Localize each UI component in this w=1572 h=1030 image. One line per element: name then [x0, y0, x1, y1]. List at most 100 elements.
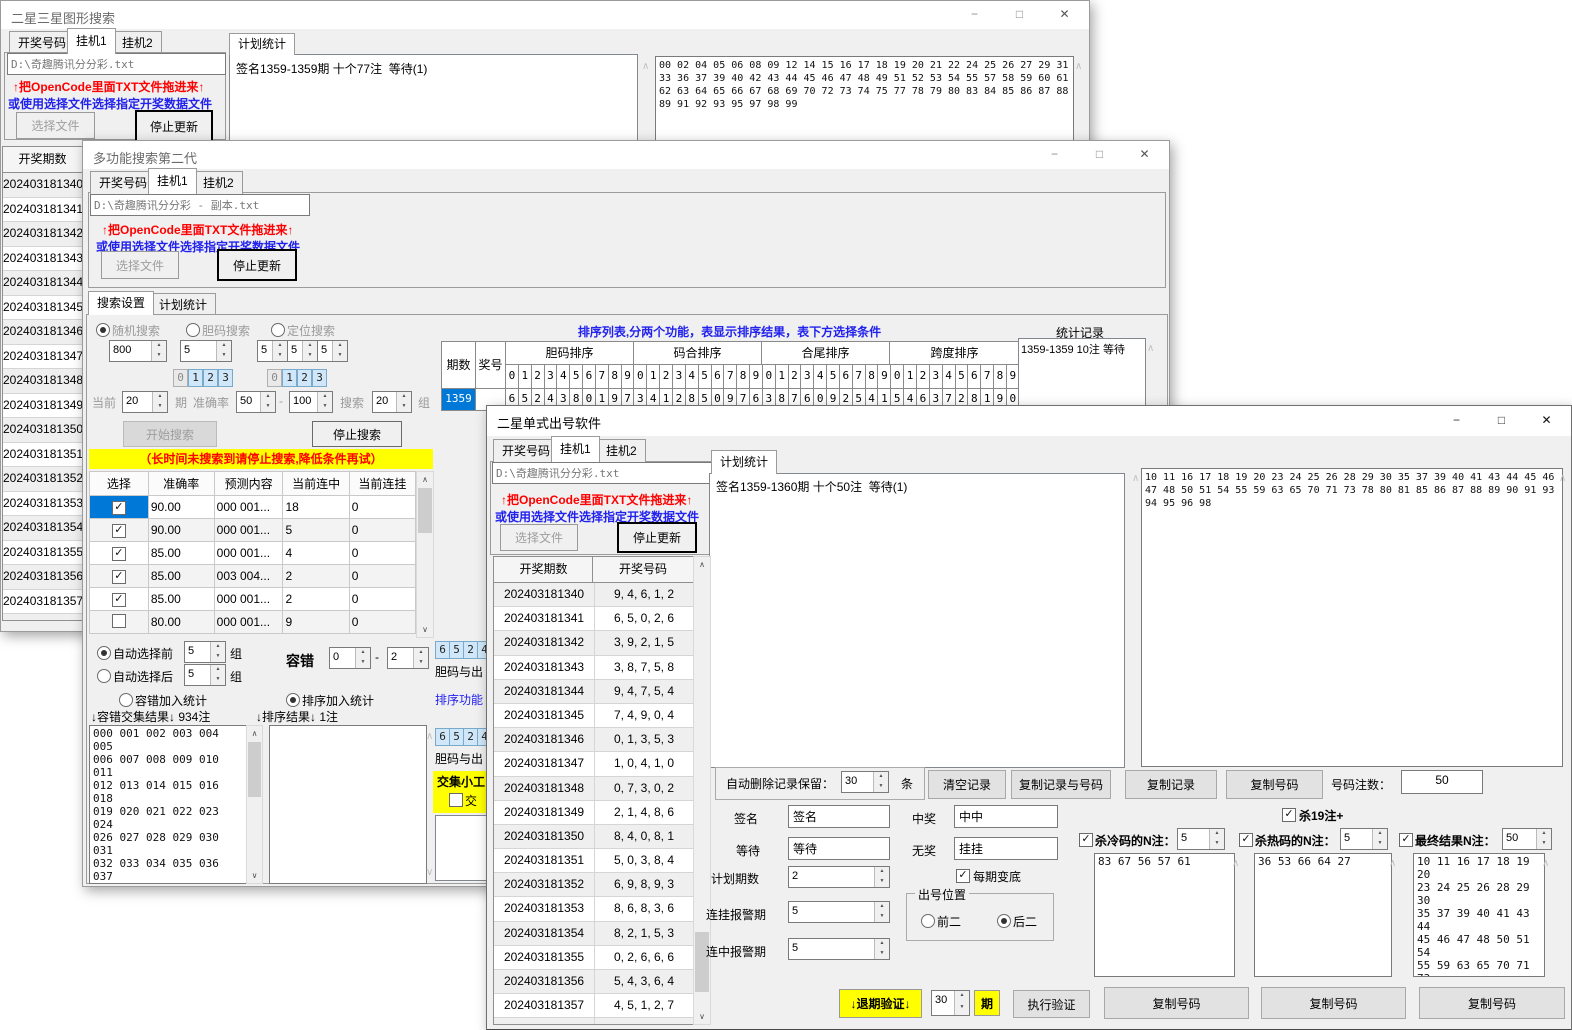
spinner-arrows[interactable]	[874, 867, 889, 887]
auto-front-radio[interactable]	[97, 646, 111, 660]
result-row[interactable]: 85.00000 001... 20	[90, 588, 416, 611]
miss-alarm-spinner[interactable]: 5	[788, 901, 890, 923]
spin-up-icon[interactable]	[318, 392, 332, 402]
scroll-up-icon[interactable]	[417, 472, 433, 487]
spin-up-icon[interactable]	[955, 991, 969, 1003]
accuracy-min-spinner[interactable]: 50	[236, 391, 276, 413]
digit-button-2b[interactable]: 2	[297, 369, 312, 387]
wait-field[interactable]: 等待	[788, 837, 890, 860]
final-numbers-list[interactable]: 10 11 16 17 18 19 20 23 24 25 26 28 29 3…	[1413, 853, 1545, 977]
spin-up-icon[interactable]	[356, 648, 370, 658]
period-row[interactable]: 202403181350	[3, 418, 82, 443]
keep-records-spinner[interactable]: 30	[841, 771, 889, 793]
tab-draw-numbers[interactable]: 开奖号码	[493, 439, 559, 462]
spin-down-icon[interactable]	[875, 912, 889, 922]
back-verify-button[interactable]: ↓退期验证↓	[839, 989, 922, 1018]
draw-row[interactable]: 2024031813565, 4, 3, 6, 4	[494, 970, 693, 994]
row-checkbox[interactable]	[112, 501, 126, 515]
draw-row[interactable]: 2024031813548, 2, 1, 5, 3	[494, 922, 693, 946]
spin-down-icon[interactable]	[414, 658, 428, 668]
tab-plan-stats[interactable]: 计划统计	[229, 33, 295, 55]
period-row[interactable]: 202403181342	[3, 222, 82, 247]
spin-up-icon[interactable]	[397, 392, 411, 402]
cold-numbers-list[interactable]: 83 67 56 57 61	[1094, 853, 1235, 977]
minimize-icon[interactable]: −	[952, 1, 997, 28]
spinner-arrows[interactable]	[216, 341, 231, 361]
intersection-checkbox[interactable]	[449, 793, 463, 807]
sort-result-list[interactable]	[269, 725, 427, 884]
maximize-icon[interactable]: □	[1077, 141, 1122, 168]
period-row[interactable]: 202403181352	[3, 467, 82, 492]
sort-row-period[interactable]: 1359	[442, 388, 475, 410]
result-row[interactable]: 90.00000 001... 180	[90, 496, 416, 519]
spin-up-icon[interactable]	[414, 648, 428, 658]
draw-row[interactable]: 2024031813515, 0, 3, 8, 4	[494, 849, 693, 873]
auto-back-radio[interactable]	[97, 669, 111, 683]
close-icon[interactable]: ✕	[1122, 141, 1167, 168]
tab-hang1[interactable]: 挂机1	[67, 28, 116, 54]
spin-up-icon[interactable]	[875, 939, 889, 949]
spin-up-icon[interactable]	[874, 772, 888, 782]
draw-row[interactable]: 2024031813409, 4, 6, 1, 2	[494, 583, 693, 607]
row-checkbox[interactable]	[112, 547, 126, 561]
copy-records-numbers-button[interactable]: 复制记录与号码	[1011, 770, 1111, 799]
tolerance-min-spinner[interactable]: 0	[329, 647, 371, 669]
plan-periods-spinner[interactable]: 2	[788, 866, 890, 888]
tab-draw-numbers[interactable]: 开奖号码	[9, 31, 75, 54]
period-row[interactable]: 202403181353	[3, 492, 82, 517]
scroll-right-icon[interactable]	[1559, 473, 1566, 484]
draw-row[interactable]: 2024031813508, 4, 0, 8, 1	[494, 825, 693, 849]
period-row[interactable]: 202403181354	[3, 516, 82, 541]
period-row[interactable]: 202403181347	[3, 345, 82, 370]
period-row[interactable]: 202403181343	[3, 247, 82, 272]
spin-down-icon[interactable]	[303, 351, 317, 361]
spinner-arrows[interactable]	[413, 648, 428, 668]
stop-update-button[interactable]: 停止更新	[135, 110, 213, 142]
draw-row[interactable]: 2024031813416, 5, 0, 2, 6	[494, 607, 693, 631]
sliver-list-box[interactable]	[435, 815, 490, 881]
spin-down-icon[interactable]	[217, 351, 231, 361]
lose-field[interactable]: 挂挂	[954, 837, 1058, 860]
back-verify-spinner[interactable]: 30	[931, 990, 970, 1016]
change-base-checkbox[interactable]	[956, 869, 970, 883]
select-file-button[interactable]: 选择文件	[101, 251, 179, 279]
draw-row[interactable]: 2024031813550, 2, 6, 6, 6	[494, 946, 693, 970]
sliver-cell[interactable]: 5	[449, 728, 464, 746]
draw-row[interactable]: 2024031813585, 3, 8, 1, 2	[494, 1018, 693, 1025]
draw-row[interactable]: 2024031813538, 6, 8, 3, 6	[494, 897, 693, 921]
spin-up-icon[interactable]	[211, 642, 225, 652]
scroll-left-icon[interactable]	[642, 61, 649, 72]
scroll-down-icon[interactable]	[417, 622, 433, 637]
row-checkbox[interactable]	[112, 614, 126, 628]
result-row[interactable]: 80.00000 001... 90	[90, 611, 416, 634]
digit-button-3[interactable]: 3	[218, 369, 233, 387]
stop-update-button[interactable]: 停止更新	[617, 522, 697, 553]
scroll-thumb[interactable]	[248, 742, 261, 797]
spin-up-icon[interactable]	[153, 392, 167, 402]
spinner-arrows[interactable]	[355, 648, 370, 668]
scroll-up-icon[interactable]	[247, 726, 262, 741]
scroll-down-icon[interactable]	[694, 1009, 710, 1024]
draw-row[interactable]: 2024031813526, 9, 8, 9, 3	[494, 873, 693, 897]
kill-hot-checkbox[interactable]	[1239, 833, 1253, 847]
close-icon[interactable]: ✕	[1042, 1, 1087, 28]
sample-spinner[interactable]: 800	[109, 340, 167, 362]
accuracy-max-spinner[interactable]: 100	[289, 391, 333, 413]
spin-up-icon[interactable]	[211, 665, 225, 675]
spin-up-icon[interactable]	[875, 867, 889, 877]
output-numbers-box[interactable]: 10 11 16 17 18 19 20 23 24 25 26 28 29 3…	[1141, 468, 1563, 767]
spinner-arrows[interactable]	[151, 341, 166, 361]
tab-hang2[interactable]: 挂机2	[113, 31, 162, 54]
tab-plan-stats[interactable]: 计划统计	[150, 293, 216, 316]
digit-button-2[interactable]: 2	[203, 369, 218, 387]
hit-alarm-spinner[interactable]: 5	[788, 938, 890, 960]
spin-up-icon[interactable]	[303, 341, 317, 351]
draw-row[interactable]: 2024031813471, 0, 4, 1, 0	[494, 752, 693, 776]
count-spinner[interactable]: 5	[180, 340, 232, 362]
draw-row[interactable]: 2024031813460, 1, 3, 5, 3	[494, 728, 693, 752]
final-result-spinner[interactable]: 50	[1502, 828, 1552, 850]
result-row[interactable]: 85.00000 001... 40	[90, 542, 416, 565]
digit-button-1[interactable]: 1	[188, 369, 203, 387]
period-row[interactable]: 202403181345	[3, 296, 82, 321]
spin-down-icon[interactable]	[875, 949, 889, 959]
